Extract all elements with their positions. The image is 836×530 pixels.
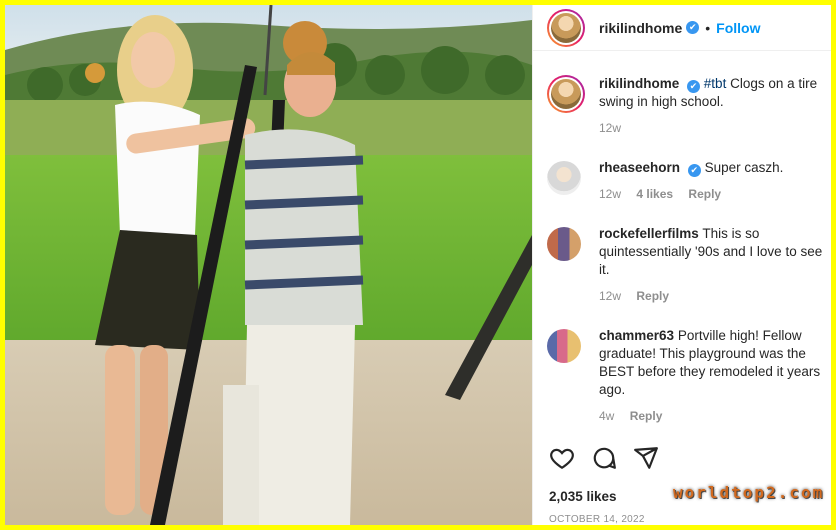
commenter-username[interactable]: rheaseehorn: [599, 160, 680, 175]
caption-username[interactable]: rikilindhome: [599, 76, 679, 91]
post-photo-illustration: [5, 5, 532, 525]
comment-time[interactable]: 4w: [599, 409, 614, 423]
verified-badge-icon: ✔: [686, 21, 700, 34]
comment-time[interactable]: 12w: [599, 289, 621, 303]
watermark-text: worldtop2.com: [673, 483, 825, 502]
separator-dot: •: [705, 19, 711, 36]
reply-button[interactable]: Reply: [630, 409, 663, 423]
commenter-username[interactable]: rockefellerfilms: [599, 226, 699, 241]
comment-time[interactable]: 12w: [599, 187, 621, 201]
action-bar: [549, 445, 659, 471]
commenter-avatar[interactable]: [547, 161, 581, 195]
comment-likes[interactable]: 4 likes: [636, 187, 673, 201]
like-count[interactable]: 2,035 likes: [549, 489, 617, 504]
post-photo[interactable]: [5, 5, 532, 525]
commenter-username[interactable]: chammer63: [599, 328, 674, 343]
share-icon[interactable]: [633, 445, 659, 471]
commenter-avatar[interactable]: [547, 227, 581, 261]
verified-badge-icon: ✔: [687, 80, 701, 93]
verified-badge-icon: ✔: [687, 164, 701, 177]
caption-time[interactable]: 12w: [599, 121, 621, 135]
comment-icon[interactable]: [591, 445, 617, 471]
post-side-panel: rikilindhome ✔ • Follow rikilindhome ✔ #…: [532, 5, 831, 525]
comment-item: rheaseehorn ✔ Super caszh. 12w 4 likes R…: [547, 159, 823, 203]
heart-icon[interactable]: [549, 445, 575, 471]
caption-avatar[interactable]: [547, 75, 585, 113]
comment-text: Super caszh.: [704, 160, 784, 175]
comments-list: rikilindhome ✔ #tbt Clogs on a tire swin…: [533, 51, 831, 431]
follow-button[interactable]: Follow: [716, 20, 760, 36]
reply-button[interactable]: Reply: [688, 187, 721, 201]
author-avatar[interactable]: [547, 8, 585, 47]
comment-item: rockefellerfilms This is so quintessenti…: [547, 225, 823, 305]
caption-hashtag[interactable]: #tbt: [704, 76, 727, 91]
caption-item: rikilindhome ✔ #tbt Clogs on a tire swin…: [547, 75, 823, 137]
post-date: OCTOBER 14, 2022: [549, 514, 645, 525]
comment-item: chammer63 Portville high! Fellow graduat…: [547, 327, 823, 425]
post-header: rikilindhome ✔ • Follow: [533, 5, 831, 51]
instagram-post-frame: rikilindhome ✔ • Follow rikilindhome ✔ #…: [5, 5, 831, 525]
commenter-avatar[interactable]: [547, 329, 581, 363]
author-username[interactable]: rikilindhome: [599, 20, 682, 36]
reply-button[interactable]: Reply: [636, 289, 669, 303]
